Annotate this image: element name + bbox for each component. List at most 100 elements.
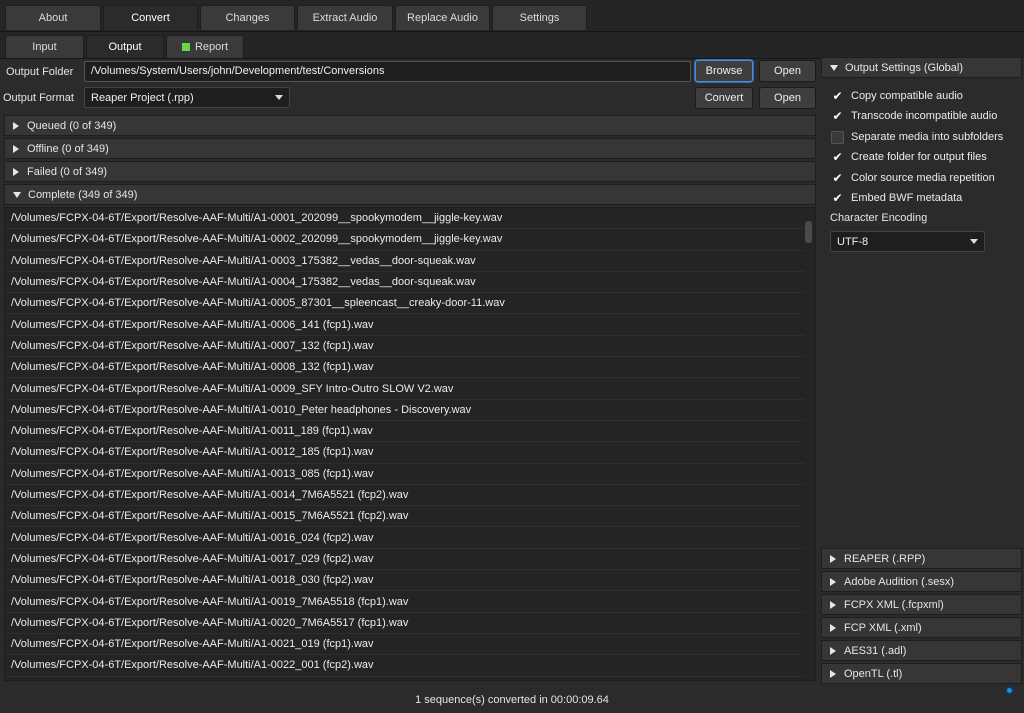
- disclosure-right-icon: [830, 646, 836, 655]
- file-row[interactable]: /Volumes/FCPX-04-6T/Export/Resolve-AAF-M…: [5, 400, 805, 421]
- status-bar: 1 sequence(s) converted in 00:00:09.64: [415, 694, 609, 706]
- group-complete-label: Complete (349 of 349): [28, 188, 138, 201]
- list-scrollbar[interactable]: [804, 209, 814, 679]
- character-encoding-select[interactable]: UTF-8: [830, 231, 985, 252]
- browse-button[interactable]: Browse: [695, 60, 753, 82]
- file-row[interactable]: /Volumes/FCPX-04-6T/Export/Resolve-AAF-M…: [5, 357, 805, 379]
- option-copy-compatible-audio[interactable]: ✔ Copy compatible audio: [831, 87, 962, 105]
- section-reaper[interactable]: REAPER (.RPP): [821, 548, 1022, 569]
- file-row[interactable]: /Volumes/FCPX-04-6T/Export/Resolve-AAF-M…: [5, 251, 805, 272]
- option-label: Color source media repetition: [851, 172, 995, 184]
- tab-changes[interactable]: Changes: [200, 5, 295, 30]
- section-fcpx-xml[interactable]: FCPX XML (.fcpxml): [821, 594, 1022, 615]
- group-failed[interactable]: Failed (0 of 349): [4, 161, 816, 182]
- subtab-report-label: Report: [194, 41, 229, 53]
- file-row[interactable]: /Volumes/FCPX-04-6T/Export/Resolve-AAF-M…: [5, 272, 805, 294]
- output-folder-input[interactable]: /Volumes/System/Users/john/Development/t…: [84, 61, 691, 82]
- disclosure-right-icon: [830, 669, 836, 678]
- output-settings-header[interactable]: Output Settings (Global): [821, 57, 1022, 78]
- section-label: REAPER (.RPP): [844, 552, 926, 565]
- option-transcode-incompatible-audio[interactable]: ✔ Transcode incompatible audio: [831, 107, 997, 125]
- disclosure-right-icon: [830, 600, 836, 609]
- file-row[interactable]: /Volumes/FCPX-04-6T/Export/Resolve-AAF-M…: [5, 315, 805, 336]
- group-queued-label: Queued (0 of 349): [27, 119, 117, 132]
- open-folder-button[interactable]: Open: [759, 60, 816, 82]
- file-row[interactable]: /Volumes/FCPX-04-6T/Export/Resolve-AAF-M…: [5, 442, 805, 464]
- checkbox-checked-icon[interactable]: ✔: [831, 150, 844, 164]
- section-label: OpenTL (.tl): [844, 667, 903, 680]
- group-failed-label: Failed (0 of 349): [27, 165, 108, 178]
- output-format-select[interactable]: Reaper Project (.rpp): [84, 87, 290, 108]
- subtab-output[interactable]: Output: [86, 35, 164, 58]
- file-row[interactable]: /Volumes/FCPX-04-6T/Export/Resolve-AAF-M…: [5, 591, 805, 613]
- section-label: FCP XML (.xml): [844, 621, 922, 634]
- section-label: FCPX XML (.fcpxml): [844, 598, 944, 611]
- option-label: Transcode incompatible audio: [851, 110, 998, 122]
- checkbox-checked-icon[interactable]: ✔: [831, 191, 844, 205]
- file-row[interactable]: /Volumes/FCPX-04-6T/Export/Resolve-AAF-M…: [5, 464, 805, 485]
- tab-settings[interactable]: Settings: [492, 5, 587, 30]
- convert-button[interactable]: Convert: [695, 87, 753, 109]
- section-fcp-xml[interactable]: FCP XML (.xml): [821, 617, 1022, 638]
- file-row[interactable]: /Volumes/FCPX-04-6T/Export/Resolve-AAF-M…: [5, 208, 805, 230]
- checkbox-unchecked-icon[interactable]: [831, 130, 844, 144]
- file-row[interactable]: /Volumes/FCPX-04-6T/Export/Resolve-AAF-M…: [5, 293, 805, 315]
- tab-convert[interactable]: Convert: [103, 5, 198, 30]
- checkbox-checked-icon[interactable]: ✔: [831, 89, 844, 103]
- option-label: Create folder for output files: [851, 151, 987, 163]
- report-status-icon: [181, 43, 190, 51]
- checkbox-checked-icon[interactable]: ✔: [831, 109, 844, 123]
- disclosure-right-icon: [13, 144, 19, 153]
- character-encoding-value: UTF-8: [837, 235, 869, 248]
- file-row[interactable]: /Volumes/FCPX-04-6T/Export/Resolve-AAF-M…: [5, 528, 805, 549]
- section-adobe-audition[interactable]: Adobe Audition (.sesx): [821, 571, 1022, 592]
- file-row[interactable]: /Volumes/FCPX-04-6T/Export/Resolve-AAF-M…: [5, 378, 805, 400]
- disclosure-right-icon: [13, 167, 19, 176]
- checkbox-checked-icon[interactable]: ✔: [831, 171, 844, 185]
- scrollbar-thumb[interactable]: [805, 221, 812, 243]
- subtab-input[interactable]: Input: [5, 35, 84, 58]
- file-row[interactable]: /Volumes/FCPX-04-6T/Export/Resolve-AAF-M…: [5, 229, 805, 251]
- option-label: Embed BWF metadata: [851, 192, 963, 204]
- section-opentl[interactable]: OpenTL (.tl): [821, 663, 1022, 684]
- file-row[interactable]: /Volumes/FCPX-04-6T/Export/Resolve-AAF-M…: [5, 549, 805, 571]
- file-row[interactable]: /Volumes/FCPX-04-6T/Export/Resolve-AAF-M…: [5, 421, 805, 443]
- disclosure-right-icon: [13, 121, 19, 130]
- group-offline[interactable]: Offline (0 of 349): [4, 138, 816, 159]
- file-row[interactable]: /Volumes/FCPX-04-6T/Export/Resolve-AAF-M…: [5, 655, 805, 677]
- file-row[interactable]: /Volumes/FCPX-04-6T/Export/Resolve-AAF-M…: [5, 506, 805, 528]
- output-folder-label: Output Folder: [6, 66, 74, 78]
- option-create-output-folder[interactable]: ✔ Create folder for output files: [831, 148, 987, 166]
- output-settings-title: Output Settings (Global): [845, 61, 964, 74]
- chevron-down-icon: [970, 239, 978, 244]
- tab-replace-audio[interactable]: Replace Audio: [395, 5, 490, 30]
- group-queued[interactable]: Queued (0 of 349): [4, 115, 816, 136]
- section-aes31[interactable]: AES31 (.adl): [821, 640, 1022, 661]
- group-complete[interactable]: Complete (349 of 349): [4, 184, 816, 205]
- disclosure-down-icon: [13, 191, 21, 198]
- file-row[interactable]: /Volumes/FCPX-04-6T/Export/Resolve-AAF-M…: [5, 613, 805, 634]
- file-row[interactable]: /Volumes/FCPX-04-6T/Export/Resolve-AAF-M…: [5, 570, 805, 592]
- subtab-report[interactable]: Report: [166, 35, 244, 58]
- tab-extract-audio[interactable]: Extract Audio: [297, 5, 393, 30]
- file-row[interactable]: /Volumes/FCPX-04-6T/Export/Resolve-AAF-M…: [5, 634, 805, 656]
- disclosure-right-icon: [830, 577, 836, 586]
- tab-about[interactable]: About: [5, 5, 101, 30]
- chevron-down-icon: [275, 95, 283, 100]
- option-embed-bwf-metadata[interactable]: ✔ Embed BWF metadata: [831, 189, 962, 207]
- disclosure-right-icon: [830, 554, 836, 563]
- option-label: Separate media into subfolders: [851, 131, 1004, 143]
- group-offline-label: Offline (0 of 349): [27, 142, 109, 155]
- file-row[interactable]: /Volumes/FCPX-04-6T/Export/Resolve-AAF-M…: [5, 336, 805, 358]
- file-row[interactable]: /Volumes/FCPX-04-6T/Export/Resolve-AAF-M…: [5, 485, 805, 507]
- section-label: AES31 (.adl): [844, 644, 907, 657]
- activity-indicator-icon: [1005, 686, 1014, 695]
- section-label: Adobe Audition (.sesx): [844, 575, 955, 588]
- option-separate-media-subfolders[interactable]: Separate media into subfolders: [831, 128, 1003, 146]
- disclosure-right-icon: [830, 623, 836, 632]
- disclosure-down-icon: [830, 64, 838, 71]
- output-format-value: Reaper Project (.rpp): [91, 91, 194, 104]
- open-output-button[interactable]: Open: [759, 87, 816, 109]
- option-color-source-repetition[interactable]: ✔ Color source media repetition: [831, 169, 995, 187]
- complete-file-list[interactable]: /Volumes/FCPX-04-6T/Export/Resolve-AAF-M…: [4, 207, 816, 681]
